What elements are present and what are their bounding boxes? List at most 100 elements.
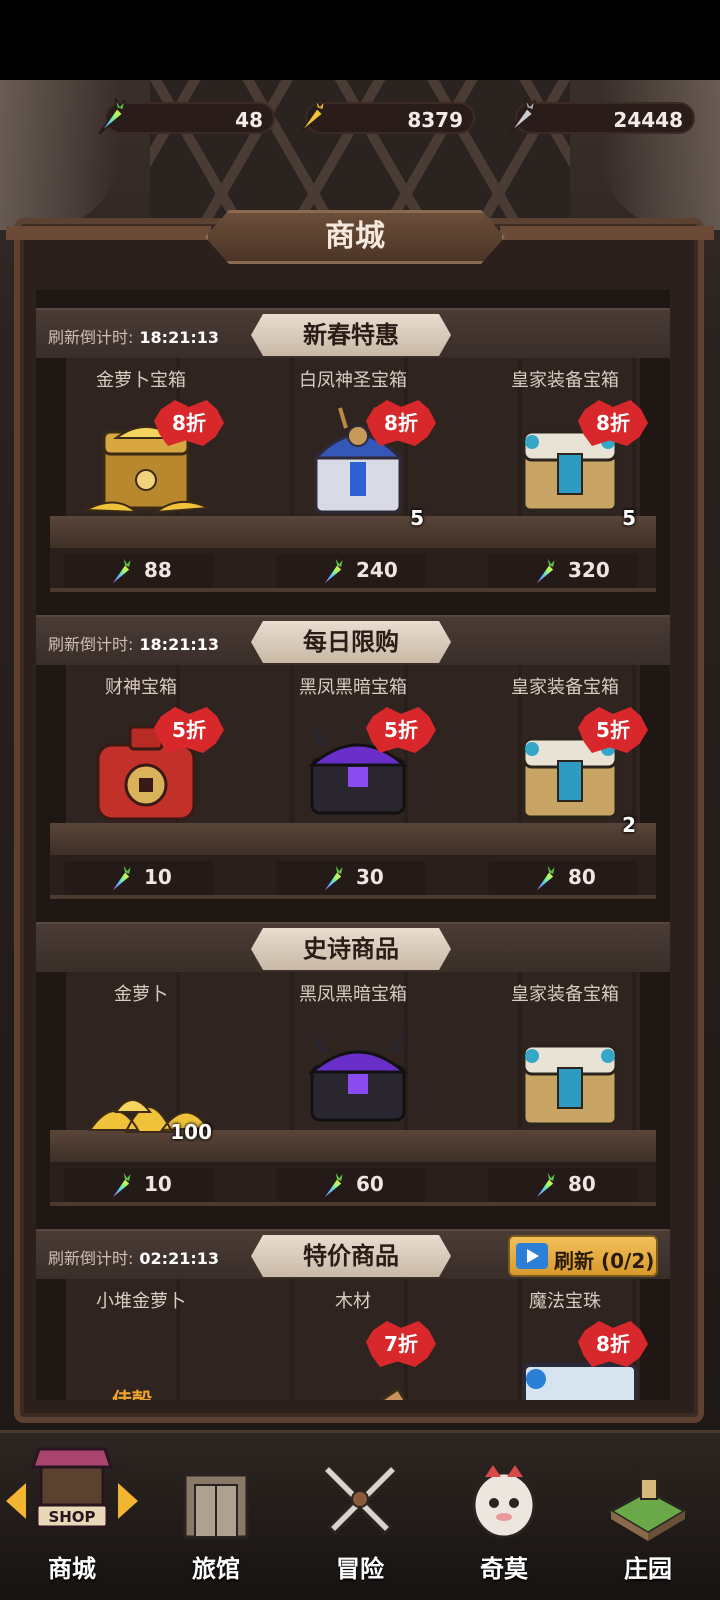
refresh-countdown: 刷新倒计时: 18:21:13 bbox=[48, 635, 219, 654]
refresh-label: 刷新 (0/2) bbox=[554, 1249, 655, 1273]
item-tag: 佳殻 bbox=[112, 1388, 152, 1400]
shop-item-magic-orb[interactable]: 魔法宝珠 8折 bbox=[460, 1279, 670, 1400]
price-button[interactable]: 80 bbox=[488, 861, 638, 895]
shop-icon: SHOP bbox=[30, 1447, 114, 1529]
item-name: 皇家装备宝箱 bbox=[511, 370, 619, 391]
shop-item-black-phoenix-chest[interactable]: 黑凤黑暗宝箱 60 bbox=[248, 972, 458, 1252]
nav-label: 庄园 bbox=[624, 1555, 672, 1583]
shop-item-black-phoenix-chest[interactable]: 黑凤黑暗宝箱 5折 30 bbox=[248, 665, 458, 945]
rainbow-carrot-icon bbox=[112, 558, 131, 584]
shop-item-royal-equipment-chest[interactable]: 皇家装备宝箱 5折 2 80 bbox=[460, 665, 670, 945]
section-header: 史诗商品 bbox=[36, 922, 670, 972]
price-value: 80 bbox=[568, 865, 596, 889]
price-button[interactable]: 30 bbox=[276, 861, 426, 895]
chimo-character-icon bbox=[472, 1465, 536, 1539]
item-name: 魔法宝珠 bbox=[529, 1291, 601, 1312]
price-button[interactable]: 10 bbox=[64, 1168, 214, 1202]
currency-value: 24448 bbox=[613, 108, 683, 132]
refresh-countdown: 刷新倒计时: 02:21:13 bbox=[48, 1249, 219, 1268]
shop-item-gold-carrot[interactable]: 金萝卜 100 10 bbox=[36, 972, 246, 1252]
rainbow-carrot-icon bbox=[324, 1172, 343, 1198]
section-special-offers: 刷新倒计时: 02:21:13 特价商品 刷新 (0/2) 小堆金萝卜 佳殻 木材… bbox=[36, 1211, 670, 1400]
rainbow-carrot-icon bbox=[98, 97, 126, 135]
price-value: 80 bbox=[568, 1172, 596, 1196]
section-title: 特价商品 bbox=[303, 1242, 399, 1270]
item-name: 金萝卜宝箱 bbox=[96, 370, 186, 391]
arrow-left-icon bbox=[6, 1483, 26, 1519]
page-title: 商城 bbox=[325, 219, 385, 254]
gold-carrot-icon bbox=[298, 97, 326, 135]
shop-item-small-gold-carrot-pile[interactable]: 小堆金萝卜 佳殻 bbox=[36, 1279, 246, 1400]
item-count: 5 bbox=[622, 506, 636, 530]
section-daily-limit: 刷新倒计时: 18:21:13 每日限购 财神宝箱 5折 10 黑凤黑暗宝箱 5… bbox=[36, 597, 670, 902]
section-title: 新春特惠 bbox=[303, 321, 399, 349]
currency-silver-carrot[interactable]: 24448 bbox=[508, 97, 695, 135]
item-name: 黑凤黑暗宝箱 bbox=[299, 984, 407, 1005]
video-ad-icon bbox=[516, 1243, 548, 1269]
rainbow-carrot-icon bbox=[324, 558, 343, 584]
nav-adventure[interactable]: 冒险 bbox=[288, 1433, 432, 1600]
section-title-ribbon: 史诗商品 bbox=[251, 928, 451, 970]
shop-item-white-phoenix-chest[interactable]: 白凤神圣宝箱 8折 5 240 bbox=[248, 358, 458, 638]
price-value: 320 bbox=[568, 558, 610, 582]
currency-gold-carrot[interactable]: 8379 bbox=[298, 97, 475, 135]
nav-shop[interactable]: SHOP 商城 bbox=[0, 1433, 144, 1600]
nav-manor[interactable]: 庄园 bbox=[576, 1433, 720, 1600]
price-button[interactable]: 240 bbox=[276, 554, 426, 588]
item-name: 皇家装备宝箱 bbox=[511, 984, 619, 1005]
shop-content[interactable]: 刷新倒计时:18:21:13 新春特惠 金萝卜宝箱 8折 88 白凤神圣宝箱 bbox=[36, 290, 670, 1400]
royal-equipment-chest-icon bbox=[522, 1044, 618, 1126]
nav-label: 旅馆 bbox=[192, 1555, 240, 1583]
section-title-ribbon: 新春特惠 bbox=[251, 314, 451, 356]
section-header: 刷新倒计时: 18:21:13 新春特惠 bbox=[36, 308, 670, 358]
nav-chimo[interactable]: 奇莫 bbox=[432, 1433, 576, 1600]
item-name: 白凤神圣宝箱 bbox=[299, 370, 407, 391]
shop-item-royal-equipment-chest[interactable]: 皇家装备宝箱 8折 5 320 bbox=[460, 358, 670, 638]
item-count: 100 bbox=[170, 1120, 212, 1144]
shop-item-gold-carrot-chest[interactable]: 金萝卜宝箱 8折 88 bbox=[36, 358, 246, 638]
refresh-countdown: 刷新倒计时: 18:21:13 bbox=[48, 328, 219, 347]
currency-rainbow-carrot[interactable]: 48 bbox=[98, 97, 275, 135]
item-name: 小堆金萝卜 bbox=[96, 1291, 186, 1312]
rainbow-carrot-icon bbox=[112, 1172, 131, 1198]
section-spring-sale: 刷新倒计时:18:21:13 新春特惠 金萝卜宝箱 8折 88 白凤神圣宝箱 bbox=[36, 290, 670, 595]
title-bar-right bbox=[500, 226, 714, 240]
item-count: 2 bbox=[622, 813, 636, 837]
section-title-ribbon: 特价商品 bbox=[251, 1235, 451, 1277]
price-button[interactable]: 80 bbox=[488, 1168, 638, 1202]
rainbow-carrot-icon bbox=[536, 1172, 555, 1198]
refresh-ad-button[interactable]: 刷新 (0/2) bbox=[508, 1235, 658, 1277]
crossed-swords-icon bbox=[320, 1462, 400, 1536]
section-title: 史诗商品 bbox=[303, 935, 399, 963]
shop-item-fortune-god-chest[interactable]: 财神宝箱 5折 10 bbox=[36, 665, 246, 945]
item-name: 金萝卜 bbox=[114, 984, 168, 1005]
item-name: 木材 bbox=[335, 1291, 371, 1312]
shop-item-wood[interactable]: 木材 7折 bbox=[248, 1279, 458, 1400]
price-button[interactable]: 88 bbox=[64, 554, 214, 588]
section-title-ribbon: 每日限购 bbox=[251, 621, 451, 663]
price-value: 30 bbox=[356, 865, 384, 889]
price-button[interactable]: 320 bbox=[488, 554, 638, 588]
manor-island-icon bbox=[607, 1478, 689, 1541]
price-button[interactable]: 60 bbox=[276, 1168, 426, 1202]
black-phoenix-chest-icon bbox=[307, 1030, 409, 1122]
price-button[interactable]: 10 bbox=[64, 861, 214, 895]
item-name: 黑凤黑暗宝箱 bbox=[299, 677, 407, 698]
title-bar-left bbox=[6, 226, 211, 240]
item-count: 5 bbox=[410, 506, 424, 530]
section-epic-goods: 史诗商品 金萝卜 100 10 黑凤黑暗宝箱 60 皇家装备宝箱 80 bbox=[36, 904, 670, 1209]
price-value: 60 bbox=[356, 1172, 384, 1196]
page-title-plate: 商城 bbox=[205, 210, 505, 264]
rainbow-carrot-icon bbox=[324, 865, 343, 891]
shop-item-royal-equipment-chest[interactable]: 皇家装备宝箱 80 bbox=[460, 972, 670, 1252]
status-bar bbox=[0, 0, 720, 80]
currency-value: 8379 bbox=[407, 108, 463, 132]
bottom-nav: SHOP 商城 旅馆 冒险 奇莫 庄园 bbox=[0, 1430, 720, 1600]
nav-label: 商城 bbox=[48, 1555, 96, 1583]
currency-value: 48 bbox=[235, 108, 263, 132]
nav-inn[interactable]: 旅馆 bbox=[144, 1433, 288, 1600]
section-header: 刷新倒计时: 02:21:13 特价商品 刷新 (0/2) bbox=[36, 1229, 670, 1279]
price-value: 10 bbox=[144, 865, 172, 889]
rainbow-carrot-icon bbox=[536, 558, 555, 584]
price-value: 10 bbox=[144, 1172, 172, 1196]
